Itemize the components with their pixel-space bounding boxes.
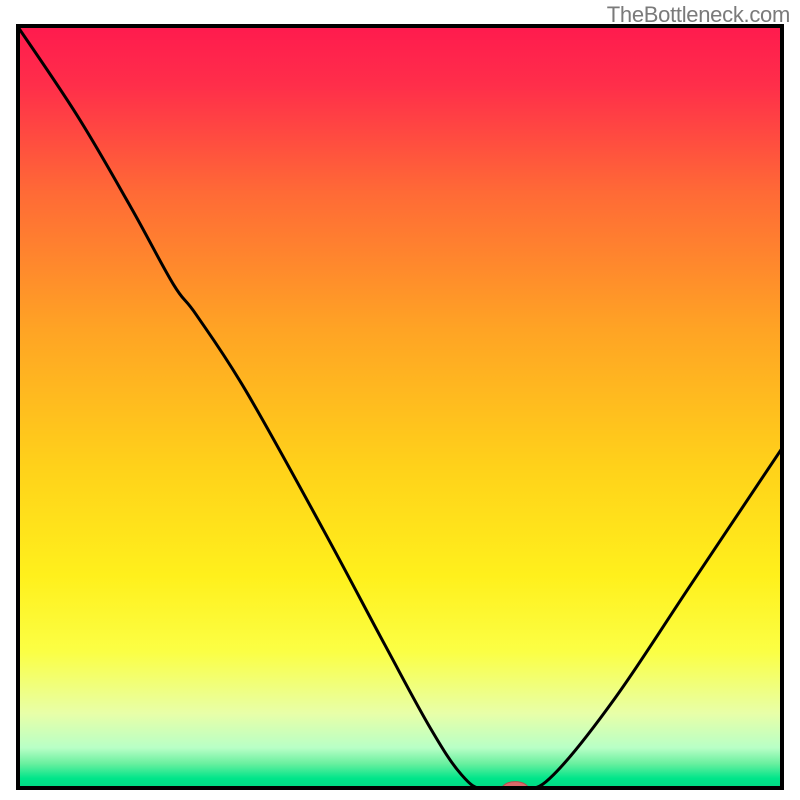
watermark-text: TheBottleneck.com <box>607 2 790 28</box>
chart-svg <box>16 24 784 790</box>
chart-plot <box>16 24 784 790</box>
chart-container: TheBottleneck.com <box>0 0 800 800</box>
